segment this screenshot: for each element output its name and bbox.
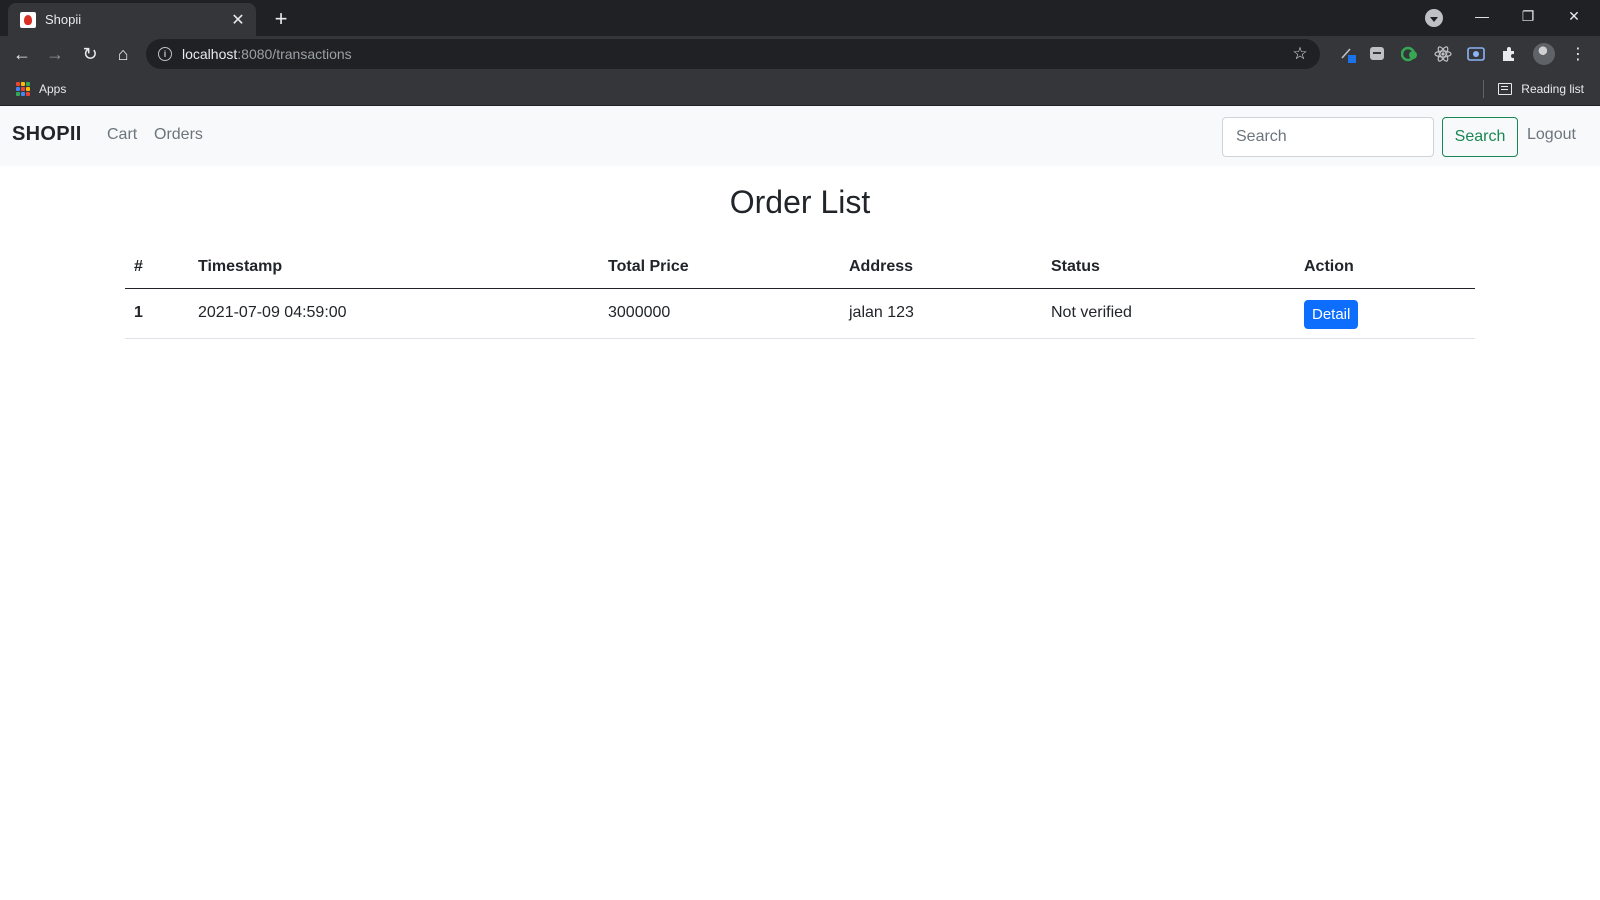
browser-tab[interactable]: Shopii ✕ xyxy=(8,3,256,36)
column-header-total-price: Total Price xyxy=(599,246,840,289)
profile-avatar[interactable] xyxy=(1533,43,1555,65)
tab-close-icon[interactable]: ✕ xyxy=(228,10,248,30)
page-content: SHOPII Cart Orders Search Logout Order L… xyxy=(0,106,1600,900)
search-button[interactable]: Search xyxy=(1442,117,1518,157)
nav-link-cart[interactable]: Cart xyxy=(107,126,137,144)
order-number: 1 xyxy=(125,288,189,339)
bookmarks-bar: Apps Reading list xyxy=(0,72,1600,106)
reading-list-label: Reading list xyxy=(1521,82,1584,96)
extension-pen-icon[interactable] xyxy=(1338,44,1358,64)
address-bar[interactable]: i localhost:8080/transactions ☆ xyxy=(146,39,1320,69)
tab-search-icon[interactable] xyxy=(1425,9,1443,27)
column-header-action: Action xyxy=(1295,246,1475,289)
site-info-icon[interactable]: i xyxy=(158,47,172,61)
browser-menu-icon[interactable]: ⋮ xyxy=(1570,44,1586,64)
site-navbar: SHOPII Cart Orders Search Logout xyxy=(0,106,1600,166)
logout-link[interactable]: Logout xyxy=(1527,126,1576,144)
apps-grid-icon xyxy=(16,82,30,96)
reload-icon[interactable]: ↻ xyxy=(76,40,104,68)
minimize-icon[interactable]: — xyxy=(1459,0,1505,32)
back-icon[interactable]: ← xyxy=(8,40,36,68)
table-row: 1 2021-07-09 04:59:00 3000000 jalan 123 … xyxy=(125,288,1475,339)
forward-icon[interactable]: → xyxy=(41,40,69,68)
column-header-status: Status xyxy=(1042,246,1295,289)
window-close-icon[interactable]: ✕ xyxy=(1551,0,1597,32)
order-total-price: 3000000 xyxy=(599,288,840,339)
extension-screen-icon[interactable] xyxy=(1466,44,1486,64)
order-action-cell: Detail xyxy=(1295,288,1475,339)
nav-link-orders[interactable]: Orders xyxy=(154,126,203,144)
page-title: Order List xyxy=(729,184,871,220)
home-icon[interactable]: ⌂ xyxy=(109,40,137,68)
orders-table: # Timestamp Total Price Address Status A… xyxy=(125,246,1475,339)
extensions-puzzle-icon[interactable] xyxy=(1499,44,1519,64)
table-header-row: # Timestamp Total Price Address Status A… xyxy=(125,246,1475,289)
apps-shortcut[interactable]: Apps xyxy=(16,80,66,98)
reading-list-button[interactable]: Reading list xyxy=(1498,80,1584,98)
browser-toolbar: ← → ↻ ⌂ i localhost:8080/transactions ☆ … xyxy=(0,36,1600,72)
restore-icon[interactable]: ❐ xyxy=(1505,0,1551,32)
column-header-number: # xyxy=(125,246,189,289)
url-text[interactable]: localhost:8080/transactions xyxy=(182,46,1286,62)
extension-chat-icon[interactable] xyxy=(1367,44,1387,64)
extension-react-icon[interactable] xyxy=(1433,44,1453,64)
order-address: jalan 123 xyxy=(840,288,1042,339)
column-header-timestamp: Timestamp xyxy=(189,246,599,289)
brand-logo[interactable]: SHOPII xyxy=(12,123,82,146)
detail-button[interactable]: Detail xyxy=(1304,300,1359,329)
extension-green-icon[interactable] xyxy=(1400,44,1420,64)
shopii-favicon-icon xyxy=(20,11,36,28)
browser-tab-strip: Shopii ✕ + — ❐ ✕ xyxy=(0,0,1600,36)
column-header-address: Address xyxy=(840,246,1042,289)
reading-list-icon xyxy=(1498,83,1513,95)
order-timestamp: 2021-07-09 04:59:00 xyxy=(189,288,599,339)
new-tab-icon[interactable]: + xyxy=(268,6,294,32)
tab-title: Shopii xyxy=(45,12,82,27)
order-status: Not verified xyxy=(1042,288,1295,339)
apps-label: Apps xyxy=(39,82,67,96)
search-input[interactable] xyxy=(1222,117,1434,157)
bookmarks-divider xyxy=(1483,80,1484,98)
bookmark-star-icon[interactable]: ☆ xyxy=(1286,40,1314,68)
